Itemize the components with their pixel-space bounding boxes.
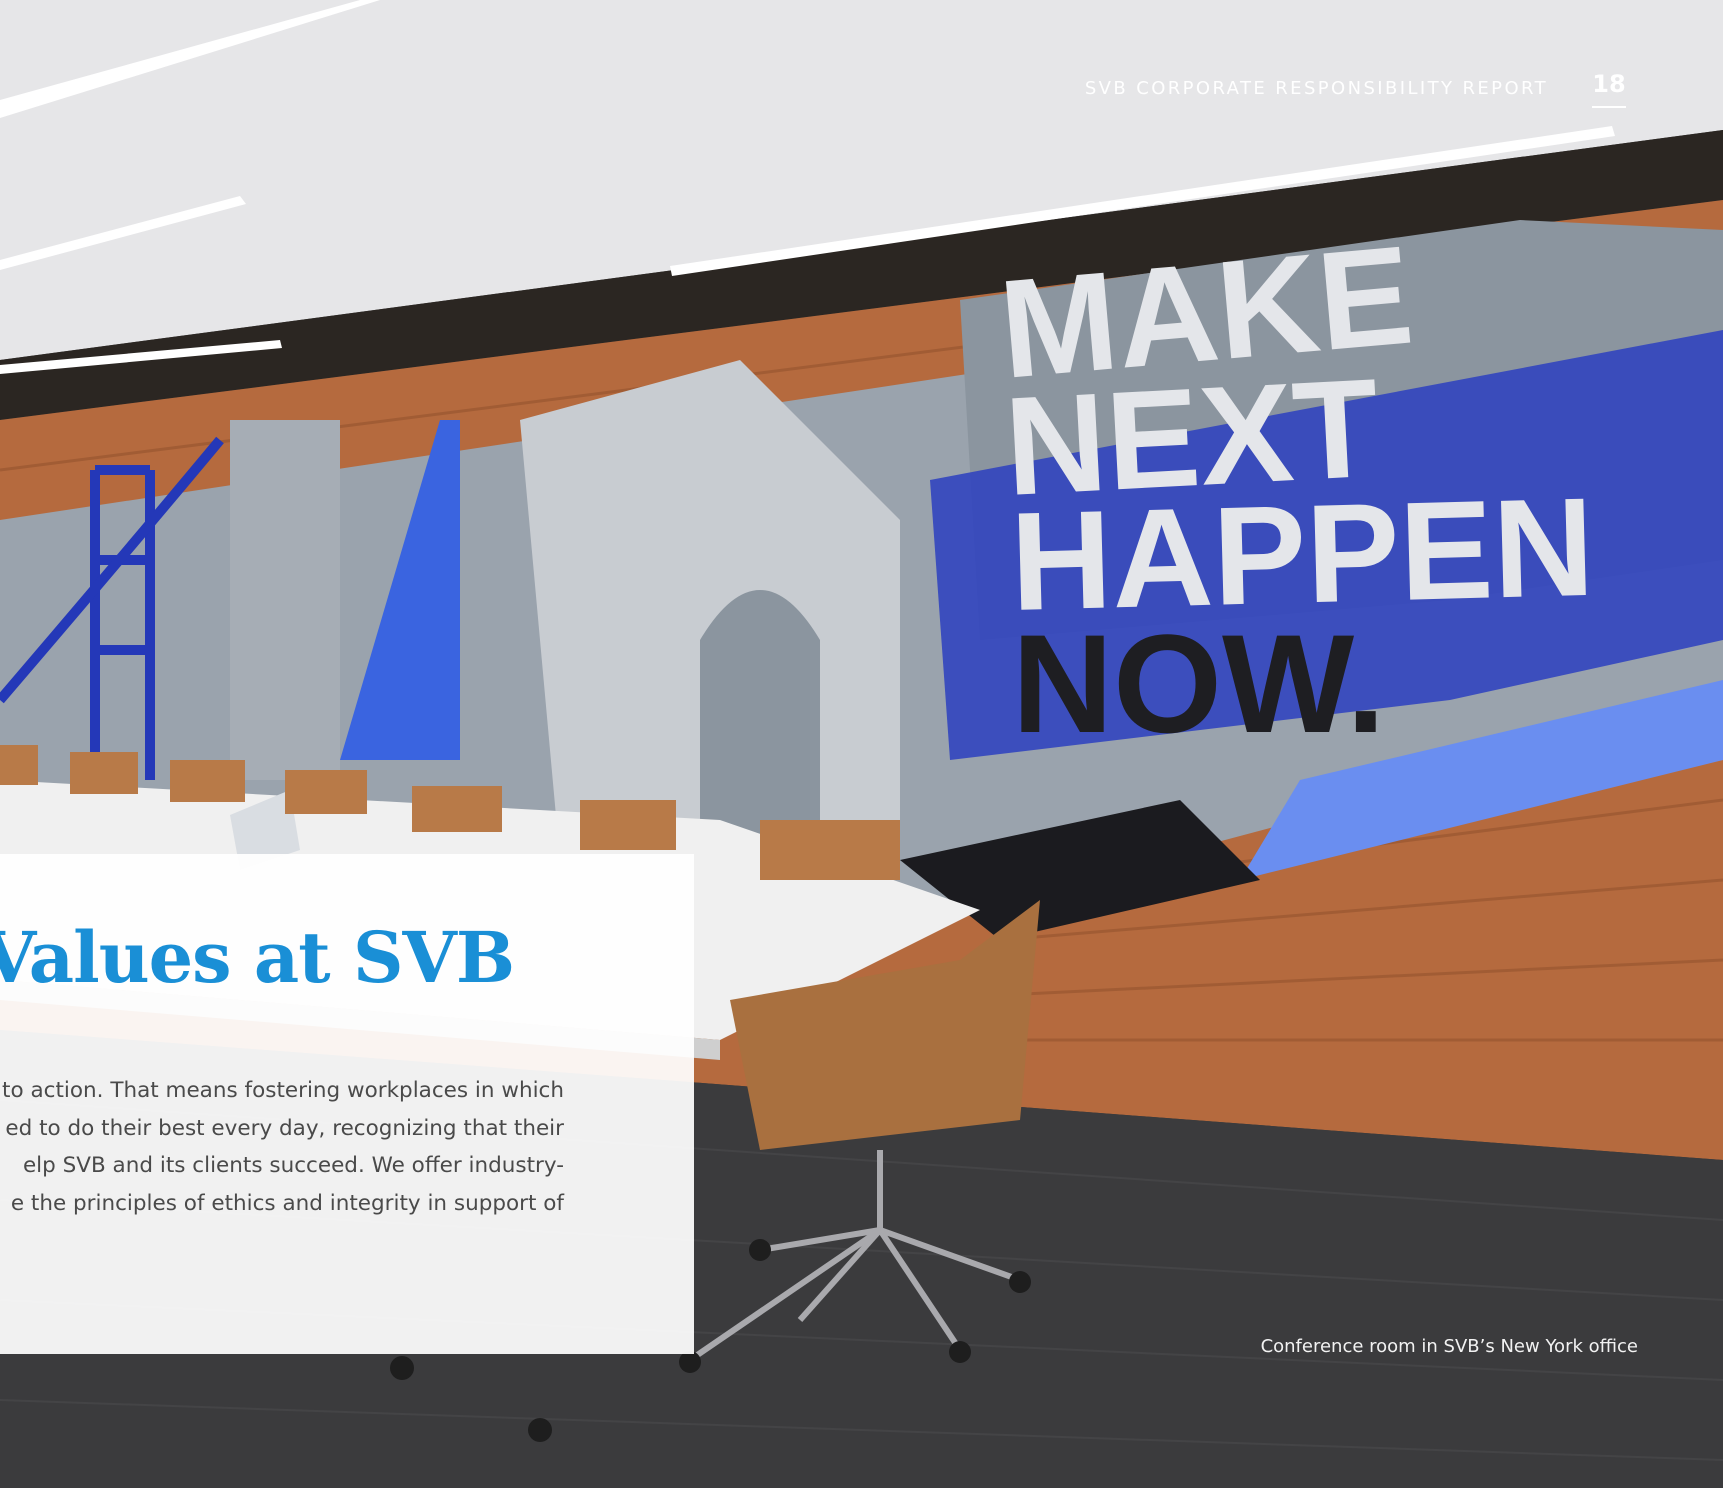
- report-page: MAKE NEXT HAPPEN NOW. SVB CORPORATE RESP…: [0, 0, 1723, 1488]
- report-header: SVB CORPORATE RESPONSIBILITY REPORT 18: [1085, 70, 1626, 108]
- page-number-block: 18: [1592, 70, 1626, 108]
- values-text-panel: r Values at SVB to action. That means fo…: [0, 854, 694, 1354]
- body-line: e the principles of ethics and integrity…: [10, 1190, 564, 1216]
- section-title: r Values at SVB: [0, 916, 515, 999]
- body-line: to action. That means fostering workplac…: [2, 1078, 564, 1103]
- body-line: ed to do their best every day, recognizi…: [5, 1115, 564, 1141]
- page-number: 18: [1592, 70, 1626, 98]
- page-number-underline: [1592, 106, 1626, 108]
- section-body: to action. That means fostering workplac…: [0, 1072, 564, 1222]
- body-line: elp SVB and its clients succeed. We offe…: [22, 1153, 564, 1178]
- report-title: SVB CORPORATE RESPONSIBILITY REPORT: [1084, 78, 1548, 99]
- photo-caption: Conference room in SVB’s New York office: [1260, 1336, 1638, 1357]
- mural-line-4: NOW.: [1012, 605, 1385, 762]
